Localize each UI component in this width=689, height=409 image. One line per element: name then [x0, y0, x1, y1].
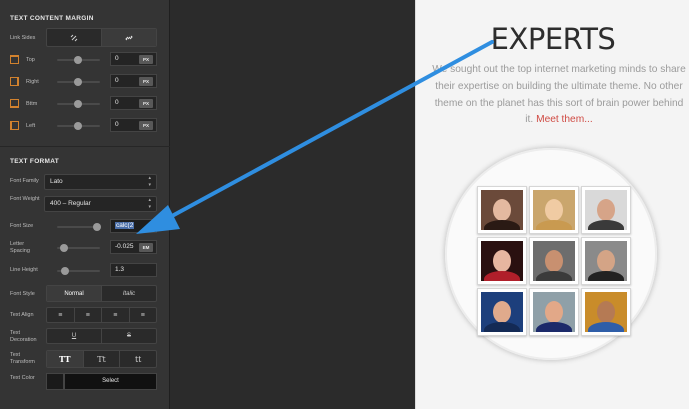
expert-photo[interactable] [529, 237, 579, 285]
experts-photo-circle [445, 148, 657, 360]
align-center-button[interactable]: ≡ [75, 308, 102, 322]
underline-button[interactable]: U [47, 329, 102, 343]
text-transform-toggle[interactable]: TT Tt tt [46, 350, 157, 368]
expert-photo[interactable] [477, 288, 527, 336]
link-sides-button[interactable] [102, 29, 156, 46]
font-style-toggle[interactable]: Normal Italic [46, 285, 157, 302]
margin-top-icon [10, 55, 19, 64]
letter-spacing-value: -0.025 [115, 243, 134, 250]
font-style-italic-button[interactable]: Italic [102, 286, 156, 301]
font-size-input[interactable]: calc(2 [110, 219, 157, 233]
margin-right-unit[interactable]: PX [139, 77, 153, 86]
line-height-value: 1.3 [115, 266, 125, 273]
align-justify-button[interactable]: ≡ [130, 308, 157, 322]
margin-left-slider[interactable] [57, 122, 100, 130]
margin-bottom-slider[interactable] [57, 100, 100, 108]
margin-left-icon [10, 121, 19, 130]
slider-knob[interactable] [74, 122, 82, 130]
align-right-icon: ≡ [113, 311, 118, 319]
align-center-icon: ≡ [85, 311, 90, 319]
font-size-label: Font Size [10, 223, 34, 229]
experts-description: We sought out the top internet marketing… [432, 62, 686, 129]
align-left-icon: ≡ [58, 311, 63, 319]
expert-photo[interactable] [477, 237, 527, 285]
text-align-label: Text Align [10, 312, 34, 318]
margin-top-slider[interactable] [57, 56, 100, 64]
font-style-label: Font Style [10, 291, 35, 297]
font-family-select[interactable]: Lato ▴ ▾ [44, 174, 157, 190]
section-divider [0, 146, 170, 147]
expert-photo[interactable] [581, 237, 631, 285]
unlink-sides-button[interactable] [47, 29, 102, 46]
margin-bottom-value: 0 [115, 99, 119, 106]
text-align-toggle[interactable]: ≡ ≡ ≡ ≡ [46, 307, 157, 323]
font-weight-value: 400 – Regular [50, 200, 91, 207]
experts-heading[interactable]: EXPERTS [416, 22, 689, 56]
margin-section-title: TEXT CONTENT MARGIN [10, 15, 94, 22]
slider-knob[interactable] [93, 223, 101, 231]
margin-bottom-label: Bttm [26, 101, 38, 107]
transform-titlecase-button[interactable]: Tt [84, 351, 121, 367]
chevron-updown-icon: ▴ ▾ [148, 175, 151, 188]
text-color-label: Text Color [10, 375, 35, 381]
expert-photo[interactable] [581, 186, 631, 234]
chevron-updown-icon: ▴ ▾ [148, 197, 151, 210]
expert-photo[interactable] [477, 186, 527, 234]
expert-photo[interactable] [529, 288, 579, 336]
font-family-label: Font Family [10, 178, 39, 184]
transform-lowercase-button[interactable]: tt [120, 351, 156, 367]
font-style-normal-button[interactable]: Normal [47, 286, 102, 301]
slider-knob[interactable] [74, 100, 82, 108]
margin-right-value: 0 [115, 77, 119, 84]
margin-right-slider[interactable] [57, 78, 100, 86]
link-icon [125, 35, 133, 40]
canvas-gutter [171, 0, 415, 409]
font-family-value: Lato [50, 178, 63, 185]
text-color-swatch[interactable] [46, 373, 64, 390]
line-height-input[interactable]: 1.3 [110, 263, 157, 277]
text-decoration-label: Text Decoration [10, 330, 37, 343]
slider-knob[interactable] [74, 56, 82, 64]
slider-knob[interactable] [74, 78, 82, 86]
expert-photo[interactable] [581, 288, 631, 336]
font-size-value: calc(2 [115, 222, 135, 229]
margin-top-label: Top [26, 57, 35, 63]
transform-uppercase-button[interactable]: TT [47, 351, 84, 367]
margin-left-label: Left [26, 123, 36, 129]
format-section-title: TEXT FORMAT [10, 158, 60, 165]
link-sides-toggle[interactable] [46, 28, 157, 47]
unlink-icon [70, 34, 78, 41]
align-justify-icon: ≡ [140, 311, 145, 319]
slider-knob[interactable] [60, 244, 68, 252]
margin-left-unit[interactable]: PX [139, 121, 153, 130]
letter-spacing-unit[interactable]: EM [139, 243, 153, 252]
font-weight-label: Font Weight [10, 196, 40, 202]
margin-bottom-icon [10, 99, 19, 108]
text-decoration-toggle[interactable]: U S [46, 328, 157, 344]
meet-them-link[interactable]: Meet them... [536, 114, 593, 125]
font-size-slider[interactable] [57, 223, 101, 231]
line-height-slider[interactable] [57, 267, 100, 275]
margin-top-value: 0 [115, 55, 119, 62]
margin-top-unit[interactable]: PX [139, 55, 153, 64]
expert-photo[interactable] [529, 186, 579, 234]
strikethrough-button[interactable]: S [102, 329, 156, 343]
text-transform-label: Text Transform [10, 352, 35, 365]
letter-spacing-label: Letter Spacing [10, 241, 30, 254]
margin-right-label: Right [26, 79, 39, 85]
link-sides-label: Link Sides [10, 35, 36, 41]
slider-knob[interactable] [61, 267, 69, 275]
margin-bottom-unit[interactable]: PX [139, 99, 153, 108]
align-left-button[interactable]: ≡ [47, 308, 75, 322]
margin-left-value: 0 [115, 121, 119, 128]
text-color-select-button[interactable]: Select [64, 373, 157, 390]
settings-panel: TEXT CONTENT MARGIN Link Sides Top 0 PX … [0, 0, 170, 409]
line-height-label: Line Height [10, 267, 38, 273]
align-right-button[interactable]: ≡ [102, 308, 130, 322]
margin-right-icon [10, 77, 19, 86]
font-weight-select[interactable]: 400 – Regular ▴ ▾ [44, 196, 157, 212]
letter-spacing-slider[interactable] [57, 244, 100, 252]
